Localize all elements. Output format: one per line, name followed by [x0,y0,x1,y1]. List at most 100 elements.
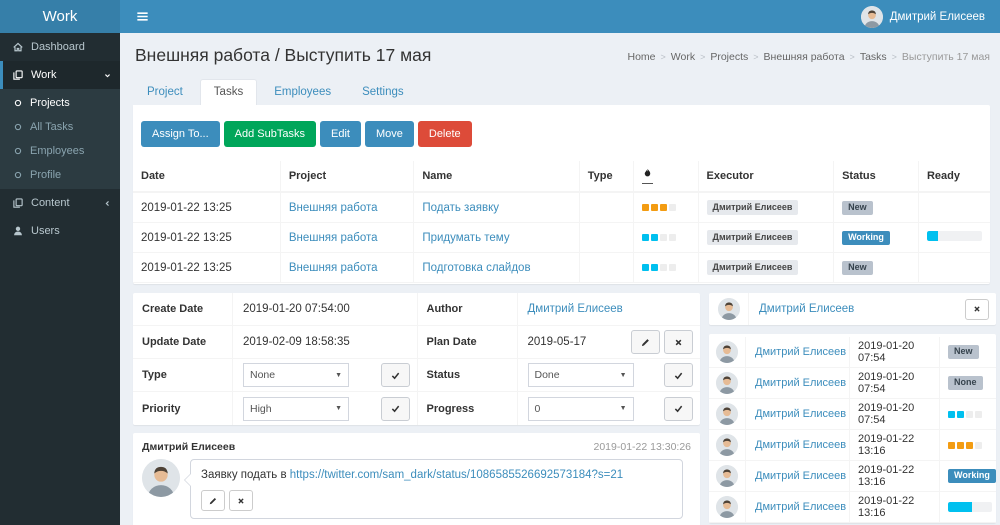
confirm-button[interactable] [381,363,410,387]
detail-text: 2019-02-09 18:58:35 [243,336,350,348]
task-date: 2019-01-22 13:25 [133,223,280,253]
tab-project[interactable]: Project [133,79,197,105]
sidebar-item-content[interactable]: Content [0,189,120,217]
edit-button[interactable] [201,490,225,511]
user-menu[interactable]: Дмитрий Елисеев [846,0,1000,33]
priority-square [651,234,658,241]
task-project: Внешняя работа [280,223,414,253]
avatar [716,341,738,363]
sidebar-item-all-tasks[interactable]: All Tasks [0,115,120,139]
remove-executor-button[interactable] [965,299,989,320]
sidebar-item-work[interactable]: Work [0,61,120,89]
comment-bubble: Заявку подать в https://twitter.com/sam_… [190,459,683,519]
tab-employees[interactable]: Employees [260,79,345,105]
column-date: Date [133,161,280,192]
column-type: Type [579,161,633,192]
move-button[interactable]: Move [365,121,414,147]
task-link[interactable]: Подготовка слайдов [422,262,530,274]
sidebar-item-label: Dashboard [31,41,85,53]
project-link[interactable]: Внешняя работа [289,202,378,214]
confirm-button[interactable] [664,397,693,421]
delete-button[interactable]: Delete [418,121,472,147]
executor-name-link[interactable]: Дмитрий Елисеев [749,303,965,315]
task-name: Подать заявку [414,192,579,223]
tab-tasks[interactable]: Tasks [200,79,257,105]
select-value: 0 [535,403,541,415]
detail-value: 2019-02-09 18:58:35 [233,336,417,348]
copy-icon [12,69,24,81]
sidebar-subitem-label: Employees [30,145,84,157]
history-user-link[interactable]: Дмитрий Елисеев [746,430,850,460]
history-row: Дмитрий Елисеев2019-01-20 07:54None [709,368,996,399]
detail-row-progress: Progress0▼ [418,392,701,425]
task-type [579,253,633,283]
task-priority [633,223,698,253]
breadcrumb-item[interactable]: Home [627,51,655,63]
ready-progressbar [948,502,992,512]
history-user-link[interactable]: Дмитрий Елисеев [746,399,850,429]
priority-sort-link[interactable] [642,168,653,184]
breadcrumb-item[interactable]: Tasks [860,51,887,63]
assign-to-button[interactable]: Assign To... [141,121,220,147]
history-user-link[interactable]: Дмитрий Елисеев [746,461,850,491]
history-avatar-cell [709,461,746,491]
page-title: Внешняя работа / Выступить 17 мая [135,45,431,66]
breadcrumb-item[interactable]: Внешняя работа [764,51,845,63]
priority-square [651,204,658,211]
history-panel: Дмитрий Елисеев2019-01-20 07:54NewДмитри… [709,334,996,523]
confirm-button[interactable] [664,363,693,387]
breadcrumb-item[interactable]: Work [671,51,695,63]
sidebar-item-profile[interactable]: Profile [0,163,120,187]
history-row: Дмитрий Елисеев2019-01-20 07:54New [709,337,996,368]
copy-icon [12,197,24,209]
cancel-button[interactable] [229,490,253,511]
breadcrumb-separator: > [850,52,855,62]
select-priority[interactable]: High▼ [243,397,349,421]
history-user-link[interactable]: Дмитрий Елисеев [746,492,850,522]
project-link[interactable]: Внешняя работа [289,262,378,274]
sidebar-item-projects[interactable]: Projects [0,91,120,115]
close-icon [972,304,982,314]
priority-square [660,204,667,211]
navbar: Дмитрий Елисеев [120,0,1000,33]
brand-logo[interactable]: Work [0,0,120,33]
select-progress[interactable]: 0▼ [528,397,634,421]
priority-squares [642,264,676,271]
edit-button[interactable]: Edit [320,121,361,147]
author-link[interactable]: Дмитрий Елисеев [528,303,623,315]
table-row: 2019-01-22 13:25Внешняя работаПодготовка… [133,253,990,283]
history-user-link[interactable]: Дмитрий Елисеев [746,368,850,398]
task-link[interactable]: Подать заявку [422,202,499,214]
edit-button[interactable] [631,330,660,354]
user-icon [12,225,24,237]
tab-bar: ProjectTasksEmployeesSettings [133,79,990,105]
sidebar-item-dashboard[interactable]: Dashboard [0,33,120,61]
confirm-button[interactable] [381,397,410,421]
select-type[interactable]: None▼ [243,363,349,387]
breadcrumb-separator: > [892,52,897,62]
tab-settings[interactable]: Settings [348,79,418,105]
add-subtasks-button[interactable]: Add SubTasks [224,121,316,147]
task-link[interactable]: Придумать тему [422,232,509,244]
priority-square [660,234,667,241]
breadcrumb-separator: > [700,52,705,62]
cancel-button[interactable] [664,330,693,354]
avatar [716,434,738,456]
history-avatar-cell [709,399,746,429]
comment-link[interactable]: https://twitter.com/sam_dark/status/1086… [290,469,623,481]
sidebar-item-label: Users [31,225,60,237]
sidebar-item-users[interactable]: Users [0,217,120,245]
priority-square [975,442,982,449]
history-user-link[interactable]: Дмитрий Елисеев [746,337,850,367]
breadcrumb-item[interactable]: Projects [710,51,748,63]
project-link[interactable]: Внешняя работа [289,232,378,244]
avatar [716,465,738,487]
history-date: 2019-01-20 07:54 [850,399,940,429]
sidebar-toggle-button[interactable] [120,0,165,33]
priority-squares [948,411,982,418]
detail-row-priority: PriorityHigh▼ [133,392,417,425]
sidebar-item-employees[interactable]: Employees [0,139,120,163]
select-status[interactable]: Done▼ [528,363,634,387]
detail-label: Status [418,359,518,391]
detail-row-plan-date: Plan Date2019-05-17 [418,326,701,359]
